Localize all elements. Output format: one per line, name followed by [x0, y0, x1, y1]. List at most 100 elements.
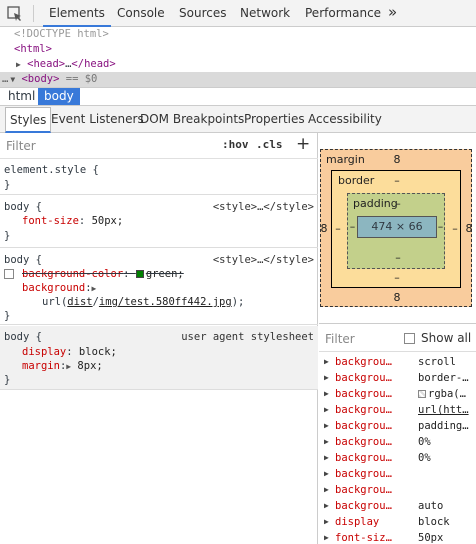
computed-row[interactable]: ▶ backgrou… 0% — [319, 450, 476, 466]
border-bottom-value[interactable]: – — [387, 271, 407, 284]
dom-node-html[interactable]: <html> — [0, 42, 476, 57]
expand-arrow-icon[interactable]: ▶ — [324, 418, 329, 434]
tab-event-listeners[interactable]: Event Listeners — [51, 106, 144, 133]
breadcrumb-html[interactable]: html — [2, 88, 41, 105]
computed-row[interactable]: ▶ backgrou… rgba(… — [319, 386, 476, 402]
padding-top-value[interactable]: – — [388, 197, 408, 210]
computed-row[interactable]: ▶ backgrou… — [319, 466, 476, 482]
computed-row[interactable]: ▶ font-siz… 50px — [319, 530, 476, 544]
style-declaration[interactable]: font-size: 50px; — [22, 214, 123, 228]
dom-node-doctype[interactable]: <!DOCTYPE html> — [0, 27, 476, 42]
expand-arrow-icon[interactable]: ▶ — [324, 450, 329, 466]
box-model-margin[interactable]: margin 8 8 8 8 border – – – – padding – … — [319, 149, 474, 307]
computed-row[interactable]: ▶ backgrou… — [319, 482, 476, 498]
expand-arrow-icon[interactable]: ▶ — [324, 386, 329, 402]
tab-network[interactable]: Network — [240, 0, 290, 27]
expand-arrow-icon[interactable]: ▶ — [324, 482, 329, 498]
show-all-label[interactable]: Show all — [421, 331, 471, 345]
declaration-checkbox[interactable] — [4, 269, 14, 279]
show-all-checkbox[interactable] — [404, 333, 415, 344]
dom-node-head[interactable]: ▶ <head>…</head> — [0, 57, 476, 72]
rule-close-brace: } — [4, 374, 11, 386]
computed-row[interactable]: ▶ backgrou… padding… — [319, 418, 476, 434]
rule-selector[interactable]: element.style { — [4, 163, 99, 177]
computed-value-link[interactable]: url(htt… — [418, 402, 469, 418]
more-tabs-icon[interactable]: » — [388, 3, 397, 21]
padding-bottom-value[interactable]: – — [388, 251, 408, 264]
rule-source-link[interactable]: <style>…</style> — [213, 253, 314, 267]
tab-styles[interactable]: Styles — [5, 107, 52, 133]
expand-arrow-icon[interactable]: ▶ — [16, 60, 21, 69]
expand-arrow-icon[interactable]: ▶ — [92, 284, 97, 293]
rule-source-link[interactable]: <style>…</style> — [213, 200, 314, 214]
rule-selector[interactable]: body { — [4, 200, 42, 214]
expand-arrow-icon[interactable]: ▶ — [66, 362, 71, 371]
computed-row[interactable]: ▶ display block — [319, 514, 476, 530]
computed-row[interactable]: ▶ backgrou… border-… — [319, 370, 476, 386]
style-declaration[interactable]: background:▶ — [22, 281, 96, 295]
property-name: background — [22, 282, 86, 294]
expand-arrow-icon[interactable]: ▶ — [324, 466, 329, 482]
box-model-padding[interactable]: padding – – – – 474 × 66 — [347, 193, 445, 269]
tab-dom-breakpoints[interactable]: DOM Breakpoints — [140, 106, 244, 133]
margin-bottom-value[interactable]: 8 — [387, 291, 407, 304]
class-toggle-button[interactable]: .cls — [256, 138, 283, 151]
computed-property: backgrou… — [335, 388, 392, 400]
box-model-content[interactable]: 474 × 66 — [357, 216, 437, 238]
margin-top-value[interactable]: 8 — [387, 153, 407, 166]
expand-arrow-icon[interactable]: ▶ — [324, 530, 329, 544]
style-rule: body { <style>…</style> background-color… — [0, 249, 318, 325]
url-link-image[interactable]: img/test.580ff442.jpg — [99, 296, 232, 308]
margin-right-value[interactable]: 8 — [464, 222, 474, 235]
tab-properties[interactable]: Properties — [244, 106, 305, 133]
expand-arrow-icon[interactable]: ▶ — [324, 402, 329, 418]
computed-filter-input[interactable]: Filter — [325, 332, 355, 346]
hover-state-button[interactable]: :hov — [222, 138, 249, 151]
margin-left-value[interactable]: 8 — [319, 222, 329, 235]
border-top-value[interactable]: – — [387, 174, 407, 187]
rule-selector[interactable]: body { — [4, 253, 42, 267]
dom-node-body[interactable]: … ▼ <body> == $0 — [0, 72, 476, 87]
tab-accessibility[interactable]: Accessibility — [308, 106, 382, 133]
expand-arrow-icon[interactable]: ▶ — [324, 354, 329, 370]
expand-arrow-icon[interactable]: ▶ — [324, 434, 329, 450]
color-swatch-icon[interactable] — [135, 270, 144, 278]
box-model-border[interactable]: border – – – – padding – – – – 474 × 66 — [331, 170, 461, 288]
tab-sources[interactable]: Sources — [179, 0, 226, 27]
box-model-diagram: margin 8 8 8 8 border – – – – padding – … — [319, 133, 476, 323]
url-link-dist[interactable]: dist — [67, 296, 92, 308]
padding-left-value[interactable]: – — [348, 220, 357, 233]
border-right-value[interactable]: – — [450, 222, 460, 235]
style-declaration: display: block; — [22, 346, 117, 358]
style-declaration-disabled[interactable]: background-color: green; — [22, 267, 184, 281]
collapse-arrow-icon[interactable]: ▼ — [10, 75, 15, 84]
styles-toolbar: Filter :hov .cls + — [0, 133, 318, 159]
tab-elements[interactable]: Elements — [43, 0, 111, 27]
styles-filter-input[interactable]: Filter — [6, 139, 36, 153]
inspect-element-icon[interactable] — [6, 5, 24, 23]
computed-property: backgrou… — [335, 468, 392, 480]
breadcrumb-body[interactable]: body — [38, 88, 80, 105]
node-actions-ellipsis[interactable]: … — [2, 73, 8, 85]
tab-performance[interactable]: Performance — [305, 0, 381, 27]
expand-arrow-icon[interactable]: ▶ — [324, 370, 329, 386]
computed-value: rgba(… — [428, 388, 466, 400]
computed-value: scroll — [418, 356, 456, 368]
computed-value: 50px — [418, 532, 444, 544]
computed-row[interactable]: ▶ backgrou… url(htt… — [319, 402, 476, 418]
background-url-value[interactable]: url(dist/img/test.580ff442.jpg); — [42, 295, 244, 309]
computed-row[interactable]: ▶ backgrou… scroll — [319, 354, 476, 370]
computed-row[interactable]: ▶ backgrou… auto — [319, 498, 476, 514]
color-swatch-icon[interactable] — [418, 390, 426, 398]
computed-row[interactable]: ▶ backgrou… 0% — [319, 434, 476, 450]
styles-pane: Filter :hov .cls + element.style { } bod… — [0, 133, 318, 544]
new-style-rule-button[interactable]: + — [296, 134, 310, 154]
computed-property: display — [335, 516, 380, 528]
property-value: 50px; — [91, 215, 124, 227]
computed-property: backgrou… — [335, 500, 392, 512]
padding-right-value[interactable]: – — [436, 220, 445, 233]
tab-console[interactable]: Console — [117, 0, 165, 27]
expand-arrow-icon[interactable]: ▶ — [324, 514, 329, 530]
border-left-value[interactable]: – — [333, 222, 343, 235]
expand-arrow-icon[interactable]: ▶ — [324, 498, 329, 514]
